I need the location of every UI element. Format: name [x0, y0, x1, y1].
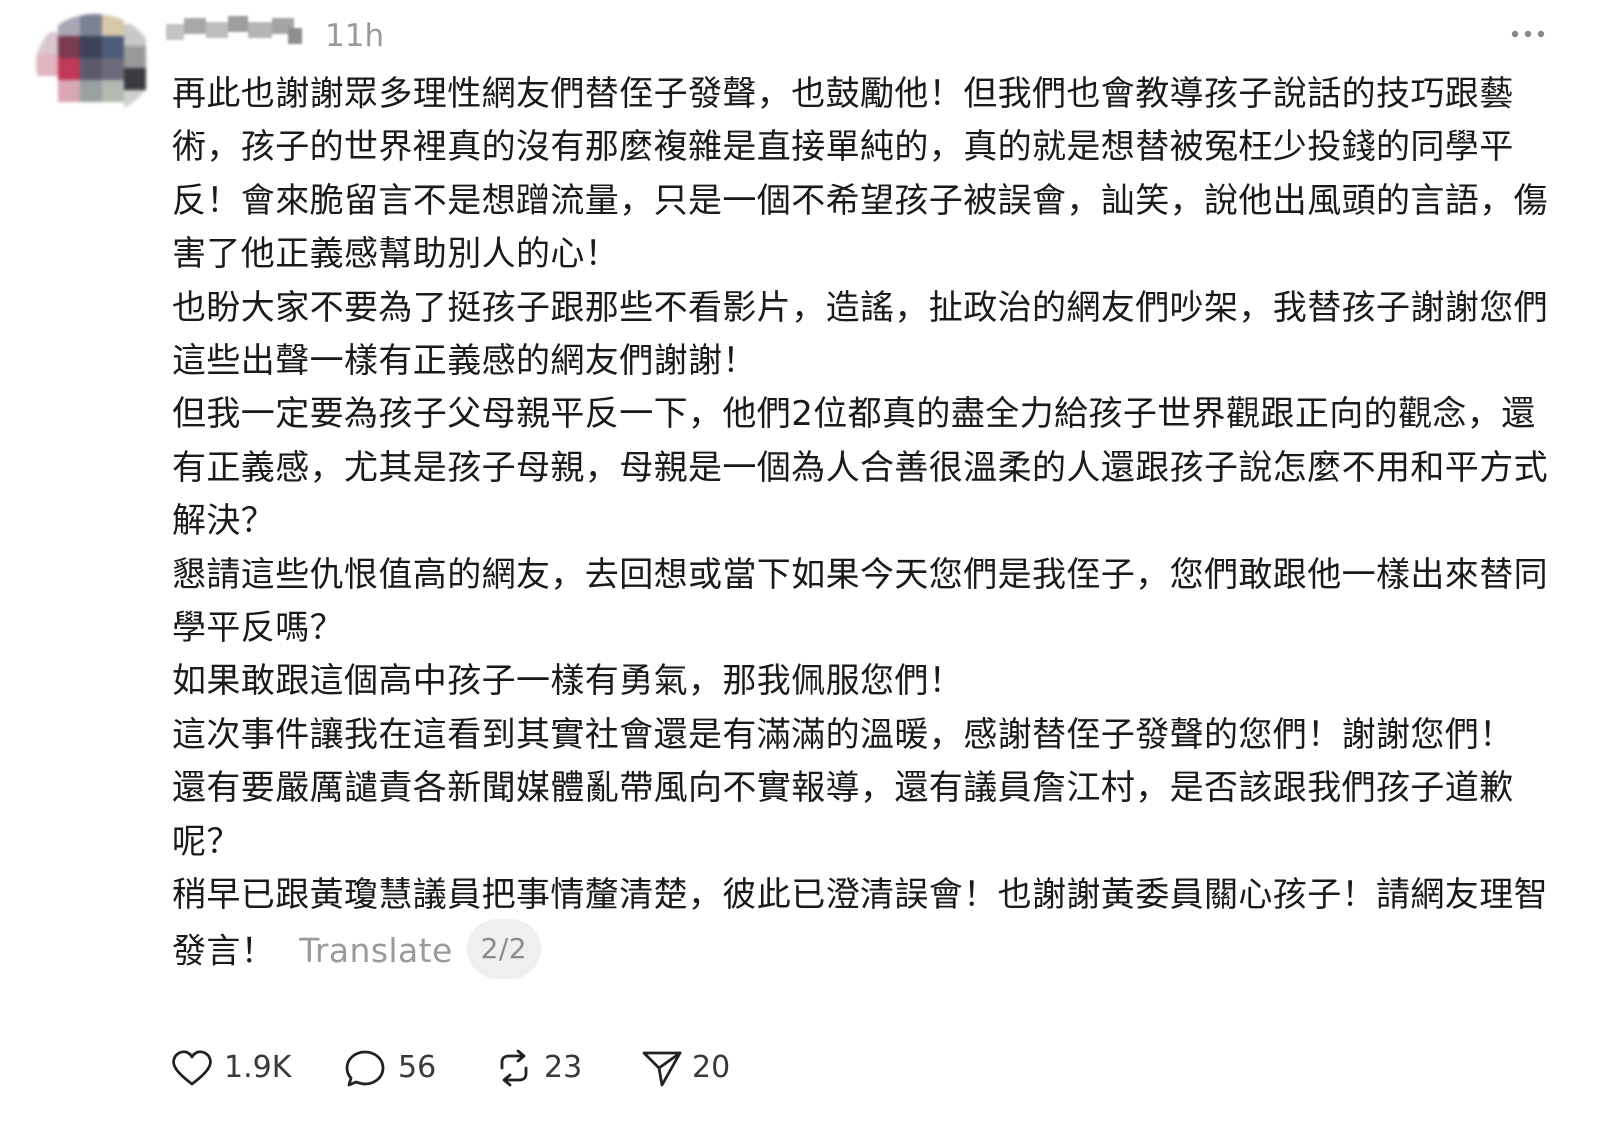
repost-button[interactable]: 23	[492, 1044, 602, 1094]
send-icon	[642, 1051, 682, 1087]
username-redacted[interactable]	[166, 10, 306, 46]
post-paragraph: 這次事件讓我在這看到其實社會還是有滿滿的溫暖，感謝替侄子發聲的您們！謝謝您們！	[172, 714, 1514, 755]
comment-bubble-icon	[345, 1050, 385, 1087]
like-count: 1.9K	[224, 1050, 292, 1085]
post-paragraph: 也盼大家不要為了挺孩子跟那些不看影片，造謠，扯政治的網友們吵架，我替孩子謝謝您們…	[172, 287, 1548, 382]
share-count: 20	[692, 1050, 731, 1085]
post-paragraph: 但我一定要為孩子父母親平反一下，他們2位都真的盡全力給孩子世界觀跟正向的觀念，還…	[172, 394, 1548, 542]
avatar[interactable]	[36, 14, 154, 114]
post-paragraph: 如果敢跟這個高中孩子一樣有勇氣，那我佩服您們！	[172, 661, 964, 702]
page-indicator-badge: 2/2	[466, 918, 541, 979]
post-body: 再此也謝謝眾多理性網友們替侄子發聲，也鼓勵他！但我們也會教導孩子說話的技巧跟藝術…	[172, 68, 1562, 983]
comment-count: 56	[398, 1050, 437, 1085]
heart-icon	[172, 1050, 212, 1086]
repost-count: 23	[544, 1050, 583, 1085]
post-paragraph-last: 稍早已跟黃瓊慧議員把事情釐清楚，彼此已澄清誤會！也謝謝黃委員關心孩子！請網友理智…	[172, 869, 1562, 982]
post-paragraph: 懇請這些仇恨值高的網友，去回想或當下如果今天您們是我侄子，您們敢跟他一樣出來替同…	[172, 554, 1548, 649]
post-paragraph: 還有要嚴厲譴責各新聞媒體亂帶風向不實報導，還有議員詹江村，是否該跟我們孩子道歉呢…	[172, 768, 1514, 862]
more-options-icon[interactable]	[1508, 22, 1552, 46]
thread-post: 11h 再此也謝謝眾多理性網友們替侄子發聲，也鼓勵他！但我們也會教導孩子說話的技…	[0, 0, 1600, 1142]
post-timestamp: 11h	[325, 18, 385, 54]
like-button[interactable]: 1.9K	[170, 1044, 300, 1094]
post-paragraph: 再此也謝謝眾多理性網友們替侄子發聲，也鼓勵他！但我們也會教導孩子說話的技巧跟藝術…	[172, 74, 1548, 275]
comment-button[interactable]: 56	[344, 1044, 454, 1094]
translate-link[interactable]: Translate	[299, 931, 452, 970]
repost-icon	[500, 1049, 528, 1087]
share-button[interactable]: 20	[640, 1044, 750, 1094]
